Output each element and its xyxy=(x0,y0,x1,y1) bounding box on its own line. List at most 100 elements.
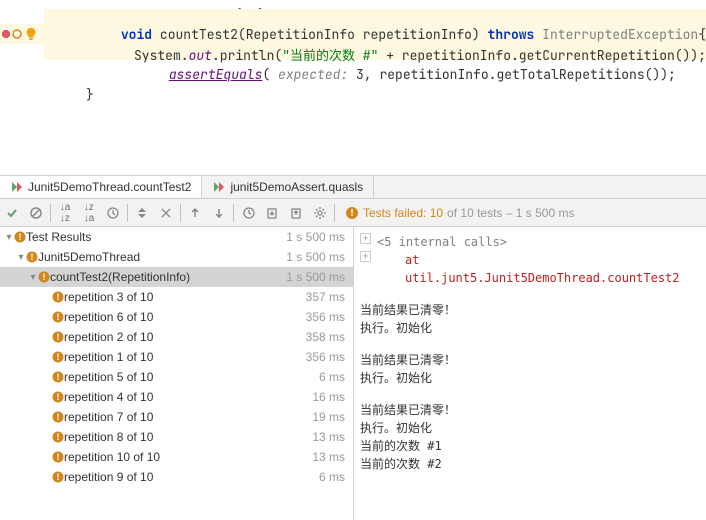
failed-icon: ! xyxy=(14,231,26,243)
rep-time: 13 ms xyxy=(312,430,353,444)
tree-repetition[interactable]: !repetition 3 of 10357 ms xyxy=(0,287,353,307)
assert-call: assertEquals xyxy=(169,66,263,83)
rep-label: repetition 4 of 10 xyxy=(64,390,312,404)
rep-label: repetition 1 of 10 xyxy=(64,350,306,364)
test-tree[interactable]: ▾ ! Test Results 1 s 500 ms ▾ ! Junit5De… xyxy=(0,227,354,520)
fold-label: <5 internal calls> xyxy=(377,233,507,251)
failed-icon: ! xyxy=(52,311,64,323)
svg-text:!: ! xyxy=(57,372,60,382)
fold-plus-icon[interactable]: + xyxy=(360,251,371,262)
console-line: 当前的次数 #2 xyxy=(360,455,700,473)
tree-repetition[interactable]: ! repetition 1 of 10356 ms xyxy=(0,347,353,367)
console-line: 当前结果已清零！ xyxy=(360,351,700,369)
svg-text:!: ! xyxy=(57,392,60,402)
tree-root[interactable]: ▾ ! Test Results 1 s 500 ms xyxy=(0,227,353,247)
tree-repetition[interactable]: ! repetition 10 of 1013 ms xyxy=(0,447,353,467)
svg-text:!: ! xyxy=(57,292,60,302)
chevron-down-icon[interactable]: ▾ xyxy=(4,232,14,243)
rep-label: repetition 7 of 10 xyxy=(64,410,312,424)
import-tests-icon[interactable] xyxy=(260,201,284,225)
code-editor[interactable]: @RepeatedTest(10) void countTest2(Repeti… xyxy=(0,0,706,175)
failed-icon: ! xyxy=(52,371,64,383)
failed-icon: ! xyxy=(52,331,64,343)
svg-text:!: ! xyxy=(19,232,22,242)
test-history-icon[interactable] xyxy=(236,201,260,225)
svg-text:!: ! xyxy=(57,432,60,442)
failed-icon: ! xyxy=(345,206,359,220)
expand-all-icon[interactable] xyxy=(130,201,154,225)
sort-za-icon[interactable]: ↓z↓a xyxy=(77,201,101,225)
rep-time: 19 ms xyxy=(312,410,353,424)
svg-text:!: ! xyxy=(57,352,60,362)
tree-class[interactable]: ▾ ! Junit5DemoThread 1 s 500 ms xyxy=(0,247,353,267)
failed-icon: ! xyxy=(52,471,64,483)
svg-text:!: ! xyxy=(31,252,34,262)
rep-time: 6 ms xyxy=(319,370,353,384)
rep-label: repetition 8 of 10 xyxy=(64,430,312,444)
rep-time: 356 ms xyxy=(306,310,353,324)
svg-text:!: ! xyxy=(57,472,60,482)
test-status: ! Tests failed: 10 of 10 tests – 1 s 500… xyxy=(345,206,574,220)
svg-text:!: ! xyxy=(57,412,60,422)
svg-text:!: ! xyxy=(43,272,46,282)
failed-icon: ! xyxy=(52,291,64,303)
prev-failed-icon[interactable] xyxy=(183,201,207,225)
failed-icon: ! xyxy=(38,271,50,283)
rep-time: 358 ms xyxy=(306,330,353,344)
tab-label: Junit5DemoThread.countTest2 xyxy=(28,180,191,194)
svg-text:!: ! xyxy=(350,208,353,219)
rep-label: repetition 10 of 10 xyxy=(64,450,312,464)
show-ignored-toggle[interactable] xyxy=(24,201,48,225)
rep-label: repetition 9 of 10 xyxy=(64,470,319,484)
collapse-all-icon[interactable] xyxy=(154,201,178,225)
tree-repetition[interactable]: ! repetition 4 of 1016 ms xyxy=(0,387,353,407)
tree-repetition[interactable]: ! repetition 8 of 1013 ms xyxy=(0,427,353,447)
svg-text:!: ! xyxy=(57,312,60,322)
tab-label: junit5DemoAssert.quasls xyxy=(230,180,363,194)
tree-repetition[interactable]: ! repetition 6 of 10356 ms xyxy=(0,307,353,327)
failed-icon: ! xyxy=(52,431,64,443)
tab-junit-thread[interactable]: Junit5DemoThread.countTest2 xyxy=(0,176,202,198)
console-line: 执行。初始化 xyxy=(360,319,700,337)
tree-repetition[interactable]: !repetition 2 of 10358 ms xyxy=(0,327,353,347)
rep-label: repetition 3 of 10 xyxy=(64,290,306,304)
rep-time: 356 ms xyxy=(306,350,353,364)
fold-plus-icon[interactable]: + xyxy=(360,233,371,244)
console-output[interactable]: + <5 internal calls> + at util.junt5.Jun… xyxy=(354,227,706,520)
tree-repetition[interactable]: ! repetition 9 of 106 ms xyxy=(0,467,353,487)
sort-az-icon[interactable]: ↓a↓z xyxy=(53,201,77,225)
tree-method[interactable]: ▾ ! countTest2(RepetitionInfo) 1 s 500 m… xyxy=(0,267,353,287)
breakpoint-icon[interactable] xyxy=(2,30,10,38)
svg-text:!: ! xyxy=(57,332,60,342)
failed-icon: ! xyxy=(52,411,64,423)
tree-repetition[interactable]: ! repetition 7 of 1019 ms xyxy=(0,407,353,427)
failed-icon: ! xyxy=(26,251,38,263)
export-tests-icon[interactable] xyxy=(284,201,308,225)
rep-label: repetition 5 of 10 xyxy=(64,370,319,384)
console-line: 执行。初始化 xyxy=(360,369,700,387)
chevron-down-icon[interactable]: ▾ xyxy=(16,252,26,263)
run-test-icon xyxy=(212,181,224,193)
sort-duration-icon[interactable] xyxy=(101,201,125,225)
settings-icon[interactable] xyxy=(308,201,332,225)
failed-icon: ! xyxy=(52,451,64,463)
rep-time: 13 ms xyxy=(312,450,353,464)
console-line: 当前的次数 #1 xyxy=(360,437,700,455)
chevron-down-icon[interactable]: ▾ xyxy=(28,272,38,283)
tree-repetition[interactable]: ! repetition 5 of 106 ms xyxy=(0,367,353,387)
failed-icon: ! xyxy=(52,351,64,363)
console-line: 当前结果已清零！ xyxy=(360,401,700,419)
next-failed-icon[interactable] xyxy=(207,201,231,225)
run-test-icon xyxy=(10,181,22,193)
rep-time: 6 ms xyxy=(319,470,353,484)
test-toolbar: ↓a↓z ↓z↓a ! Tests failed: 10 of 10 tests… xyxy=(0,199,706,227)
console-line: 当前结果已清零！ xyxy=(360,301,700,319)
rep-label: repetition 6 of 10 xyxy=(64,310,306,324)
rep-time: 16 ms xyxy=(312,390,353,404)
show-passed-toggle[interactable] xyxy=(0,201,24,225)
svg-text:!: ! xyxy=(57,452,60,462)
failed-icon: ! xyxy=(52,391,64,403)
console-line: 执行。初始化 xyxy=(360,419,700,437)
run-config-tabs: Junit5DemoThread.countTest2 junit5DemoAs… xyxy=(0,175,706,199)
tab-junit-assert[interactable]: junit5DemoAssert.quasls xyxy=(202,176,374,198)
